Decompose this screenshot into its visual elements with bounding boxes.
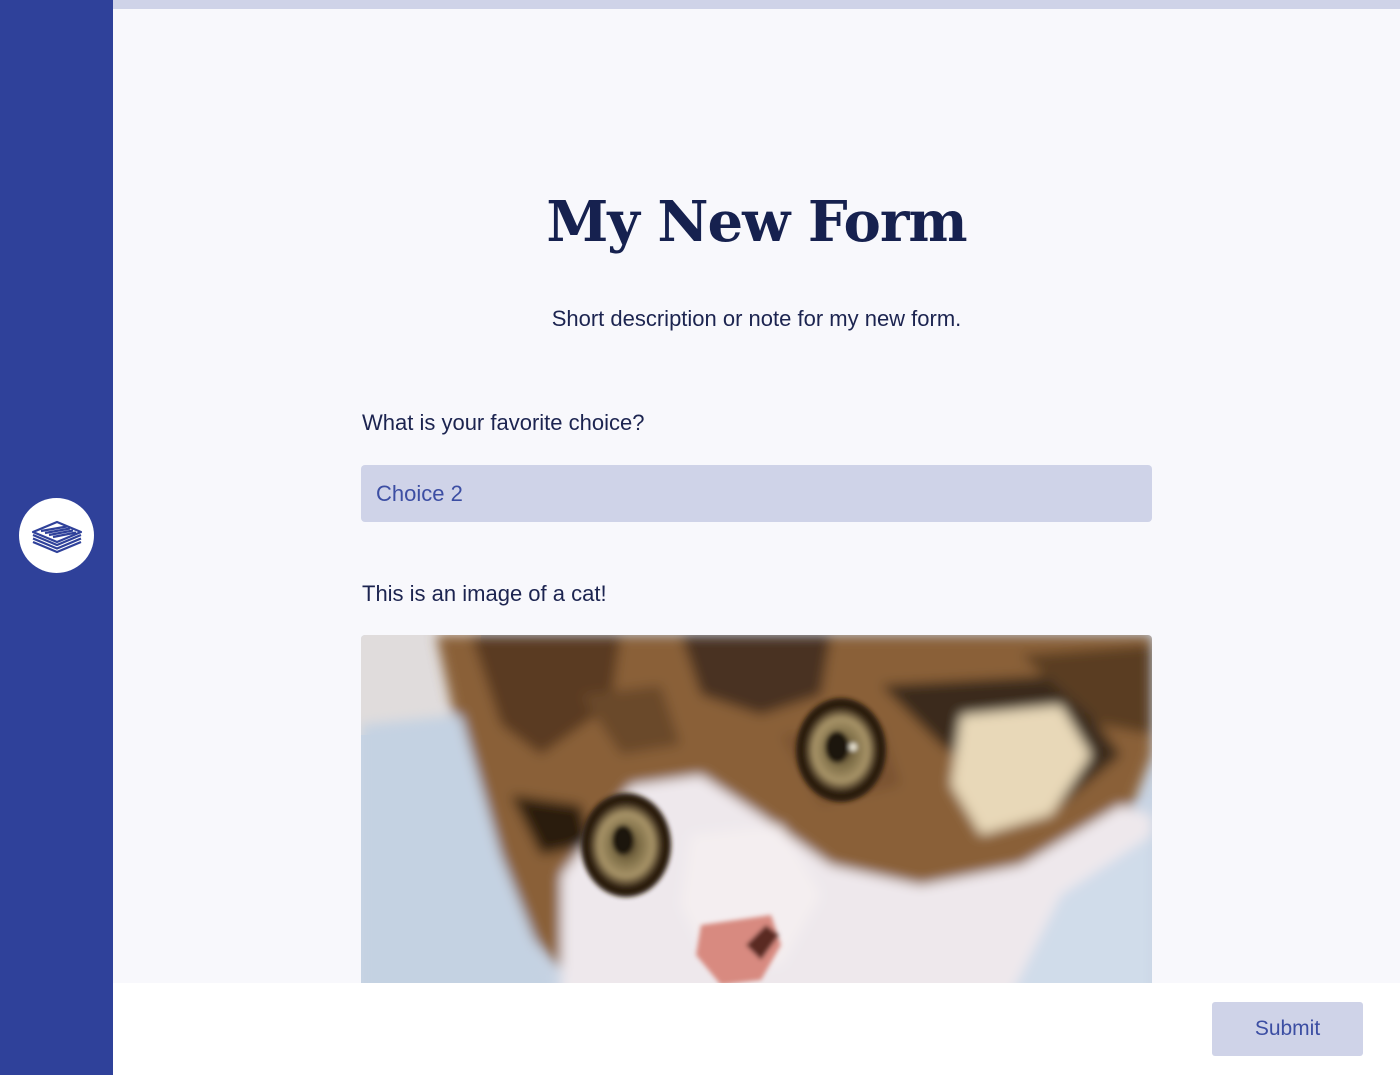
form-title: My New Form [546,189,967,255]
choice-select[interactable]: Choice 2 [361,465,1152,522]
question-label: What is your favorite choice? [362,410,645,435]
logo-button[interactable] [19,498,94,573]
submit-button[interactable]: Submit [1212,1002,1363,1056]
form-canvas: My New Form Short description or note fo… [113,9,1400,983]
choice-select-value: Choice 2 [376,480,463,506]
cat-image [361,635,1152,983]
sidebar [0,0,113,1075]
image-label: This is an image of a cat! [362,581,607,606]
top-progress-bar [113,0,1400,9]
form-footer: Submit [113,983,1400,1075]
form-description: Short description or note for my new for… [551,306,962,331]
stacked-layers-icon [30,512,84,560]
